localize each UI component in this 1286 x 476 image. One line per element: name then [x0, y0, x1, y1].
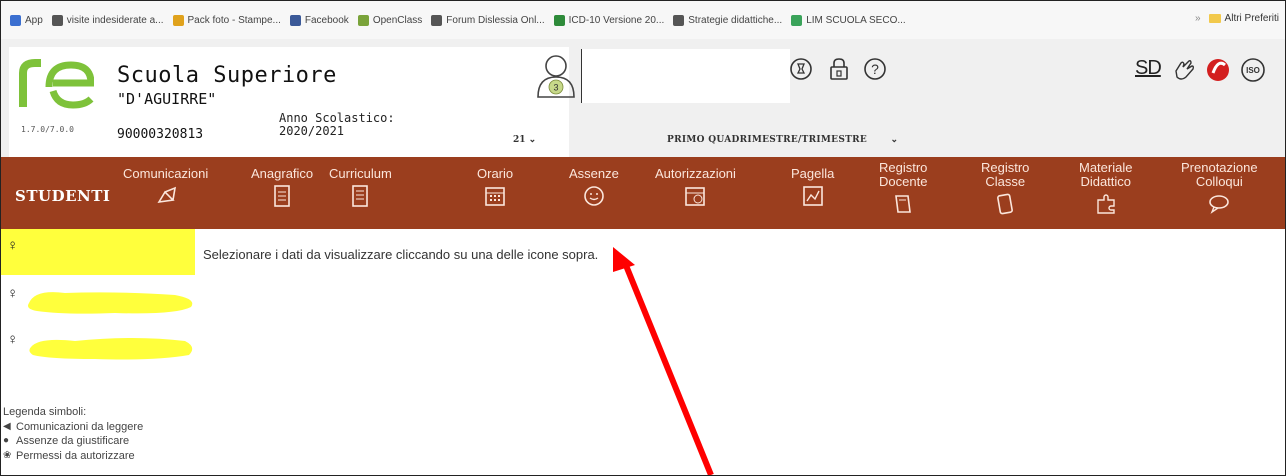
red-arrow-annotation	[613, 247, 714, 475]
browser-frame: App visite indesiderate a... Pack foto - S…	[0, 0, 1286, 476]
